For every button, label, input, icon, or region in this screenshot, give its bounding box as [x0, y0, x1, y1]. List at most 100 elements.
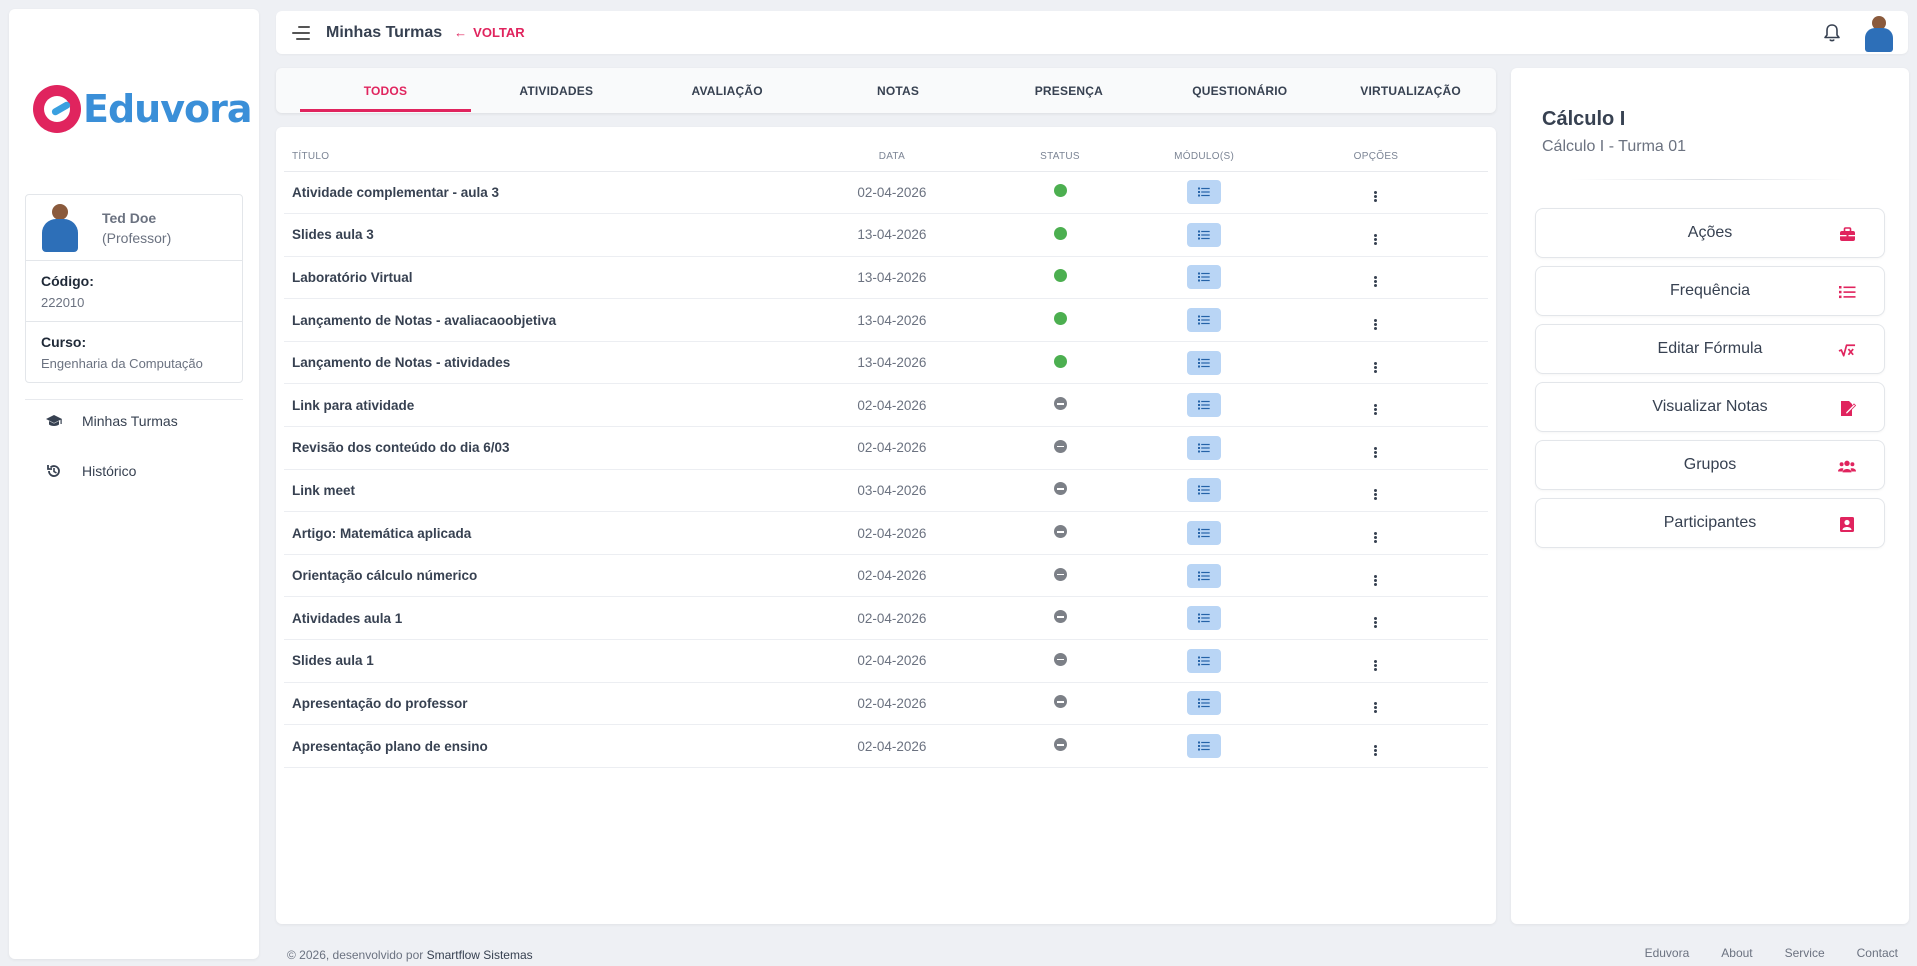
column-header-status: STATUS	[975, 143, 1145, 172]
modules-button[interactable]	[1187, 180, 1222, 205]
row-status	[975, 341, 1145, 385]
modules-button[interactable]	[1187, 308, 1222, 333]
bell-icon[interactable]	[1822, 23, 1842, 43]
row-title[interactable]: Artigo: Matemática aplicada	[284, 511, 809, 555]
row-options	[1263, 426, 1488, 470]
list-icon	[1198, 315, 1210, 325]
profile-header: Ted Doe (Professor)	[26, 195, 242, 261]
more-options-icon[interactable]	[1372, 702, 1380, 714]
tab-todos[interactable]: TODOS	[300, 68, 471, 113]
row-title[interactable]: Apresentação plano de ensino	[284, 724, 809, 768]
more-options-icon[interactable]	[1372, 659, 1380, 671]
status-active-icon	[1053, 354, 1067, 368]
footer-link-service[interactable]: Service	[1785, 946, 1825, 960]
row-title[interactable]: Atividades aula 1	[284, 596, 809, 641]
row-modules	[1144, 511, 1264, 555]
modules-button[interactable]	[1187, 734, 1222, 759]
action-label: Grupos	[1683, 456, 1737, 473]
tab-atividades[interactable]: ATIVIDADES	[471, 68, 642, 113]
tab-virtualizacao[interactable]: VIRTUALIZAÇÃO	[1325, 68, 1496, 113]
row-date: 13-04-2026	[808, 213, 976, 257]
row-options	[1263, 383, 1488, 428]
row-title[interactable]: Laboratório Virtual	[284, 256, 809, 300]
row-date: 02-04-2026	[808, 596, 976, 641]
more-options-icon[interactable]	[1372, 574, 1380, 586]
footer-link-contact[interactable]: Contact	[1857, 946, 1898, 960]
more-options-icon[interactable]	[1372, 532, 1380, 544]
row-date: 03-04-2026	[808, 469, 976, 513]
row-modules	[1144, 341, 1264, 385]
row-options	[1263, 298, 1488, 342]
more-options-icon[interactable]	[1372, 489, 1380, 501]
visualizar-notas-button[interactable]: Visualizar Notas	[1535, 382, 1885, 432]
sidebar-item-minhas-turmas[interactable]: Minhas Turmas	[45, 412, 178, 430]
row-title[interactable]: Link meet	[284, 469, 809, 513]
row-title[interactable]: Lançamento de Notas - avaliacaoobjetiva	[284, 298, 809, 342]
row-status	[975, 213, 1145, 257]
row-options	[1263, 256, 1488, 300]
modules-button[interactable]	[1187, 691, 1222, 716]
editar-formula-button[interactable]: Editar Fórmula	[1535, 324, 1885, 374]
back-button[interactable]: ← VOLTAR	[454, 25, 525, 40]
modules-button[interactable]	[1187, 435, 1222, 460]
list-icon	[1198, 400, 1210, 410]
more-options-icon[interactable]	[1372, 276, 1380, 288]
menu-icon[interactable]	[292, 25, 310, 40]
participantes-button[interactable]: Participantes	[1535, 498, 1885, 548]
modules-button[interactable]	[1187, 563, 1222, 588]
row-date: 02-04-2026	[808, 383, 976, 428]
more-options-icon[interactable]	[1372, 233, 1380, 245]
row-title[interactable]: Lançamento de Notas - atividades	[284, 341, 809, 385]
row-title[interactable]: Orientação cálculo númerico	[284, 554, 809, 598]
more-options-icon[interactable]	[1372, 617, 1380, 629]
modules-button[interactable]	[1187, 648, 1222, 673]
row-status	[975, 256, 1145, 300]
footer-link-about[interactable]: About	[1721, 946, 1752, 960]
tab-presenca[interactable]: PRESENÇA	[983, 68, 1154, 113]
row-title[interactable]: Revisão dos conteúdo do dia 6/03	[284, 426, 809, 470]
table-row: Lançamento de Notas - avaliacaoobjetiva 1…	[284, 298, 1488, 342]
action-label: Participantes	[1663, 514, 1757, 531]
more-options-icon[interactable]	[1372, 745, 1380, 757]
more-options-icon[interactable]	[1372, 446, 1380, 458]
status-inactive-icon	[1053, 695, 1067, 709]
modules-button[interactable]	[1187, 606, 1222, 631]
list-icon	[1838, 283, 1856, 301]
footer-company-link[interactable]: Smartflow Sistemas	[427, 948, 533, 962]
modules-button[interactable]	[1187, 478, 1222, 503]
user-avatar[interactable]	[1860, 14, 1898, 52]
footer-copyright-text: © 2026, desenvolvido por	[287, 948, 427, 962]
row-title[interactable]: Slides aula 3	[284, 213, 809, 257]
status-inactive-icon	[1053, 738, 1067, 752]
brand-logo[interactable]: Eduvora	[33, 79, 252, 139]
status-inactive-icon	[1053, 482, 1067, 496]
column-header-options: OPÇÕES	[1263, 143, 1488, 172]
row-title[interactable]: Atividade complementar - aula 3	[284, 171, 809, 215]
tab-avaliacao[interactable]: AVALIAÇÃO	[642, 68, 813, 113]
footer-link-eduvora[interactable]: Eduvora	[1645, 946, 1690, 960]
modules-button[interactable]	[1187, 393, 1222, 418]
row-date: 02-04-2026	[808, 724, 976, 768]
modules-button[interactable]	[1187, 222, 1222, 247]
tab-questionario[interactable]: QUESTIONÁRIO	[1154, 68, 1325, 113]
row-modules	[1144, 639, 1264, 683]
table-row: Atividades aula 1 02-04-2026	[284, 596, 1488, 641]
row-modules	[1144, 213, 1264, 257]
more-options-icon[interactable]	[1372, 361, 1380, 373]
sidebar-item-historico[interactable]: Histórico	[45, 462, 136, 480]
frequencia-button[interactable]: Frequência	[1535, 266, 1885, 316]
row-title[interactable]: Apresentação do professor	[284, 682, 809, 726]
tab-notas[interactable]: NOTAS	[813, 68, 984, 113]
acoes-button[interactable]: Ações	[1535, 208, 1885, 258]
more-options-icon[interactable]	[1372, 191, 1380, 203]
table-row: Orientação cálculo númerico 02-04-2026	[284, 554, 1488, 598]
row-title[interactable]: Link para atividade	[284, 383, 809, 428]
modules-button[interactable]	[1187, 521, 1222, 546]
grupos-button[interactable]: Grupos	[1535, 440, 1885, 490]
row-title[interactable]: Slides aula 1	[284, 639, 809, 683]
more-options-icon[interactable]	[1372, 404, 1380, 416]
modules-button[interactable]	[1187, 350, 1222, 375]
more-options-icon[interactable]	[1372, 319, 1380, 331]
modules-button[interactable]	[1187, 265, 1222, 290]
profile-name-block: Ted Doe (Professor)	[102, 208, 171, 248]
